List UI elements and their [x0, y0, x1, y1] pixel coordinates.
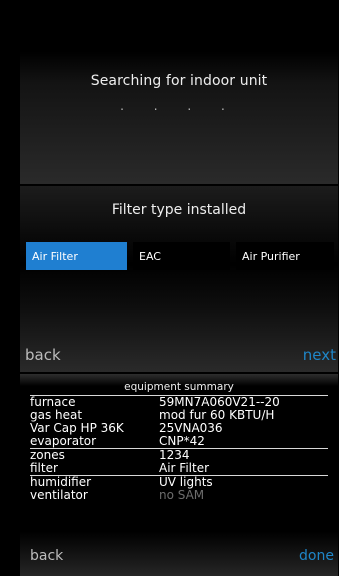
- screen: Searching for indoor unit . . . . Filter…: [0, 0, 339, 576]
- equipment-summary-panel: equipment summary furnace 59MN7A060V21--…: [20, 374, 338, 576]
- row-value: Air Filter: [159, 461, 210, 475]
- row-label: ventilator: [30, 488, 88, 502]
- filter-options: Air Filter EAC Air Purifier: [26, 242, 334, 270]
- progress-dots: . . . .: [120, 99, 238, 113]
- row-label: evaporator: [30, 434, 97, 448]
- filter-type-title: Filter type installed: [111, 202, 247, 218]
- back-button[interactable]: back: [30, 548, 63, 564]
- row-label: filter: [30, 461, 58, 475]
- option-eac[interactable]: EAC: [133, 242, 230, 270]
- summary-table: furnace 59MN7A060V21--20 gas heat mod fu…: [30, 396, 328, 502]
- done-button[interactable]: done: [299, 548, 334, 564]
- searching-panel: Searching for indoor unit . . . .: [20, 0, 338, 184]
- filter-type-panel: Filter type installed Air Filter EAC Air…: [20, 186, 338, 372]
- back-button[interactable]: back: [25, 346, 61, 364]
- row-value: CNP*42: [159, 434, 205, 448]
- next-button[interactable]: next: [303, 346, 336, 364]
- summary-row-ventilator: ventilator no SAM: [30, 489, 328, 502]
- searching-title: Searching for indoor unit: [90, 73, 268, 89]
- option-air-purifier[interactable]: Air Purifier: [236, 242, 334, 270]
- summary-row-evaporator: evaporator CNP*42: [30, 435, 328, 449]
- summary-title: equipment summary: [124, 381, 234, 393]
- summary-row-filter: filter Air Filter: [30, 462, 328, 476]
- option-air-filter[interactable]: Air Filter: [26, 242, 127, 270]
- row-value: no SAM: [159, 488, 205, 502]
